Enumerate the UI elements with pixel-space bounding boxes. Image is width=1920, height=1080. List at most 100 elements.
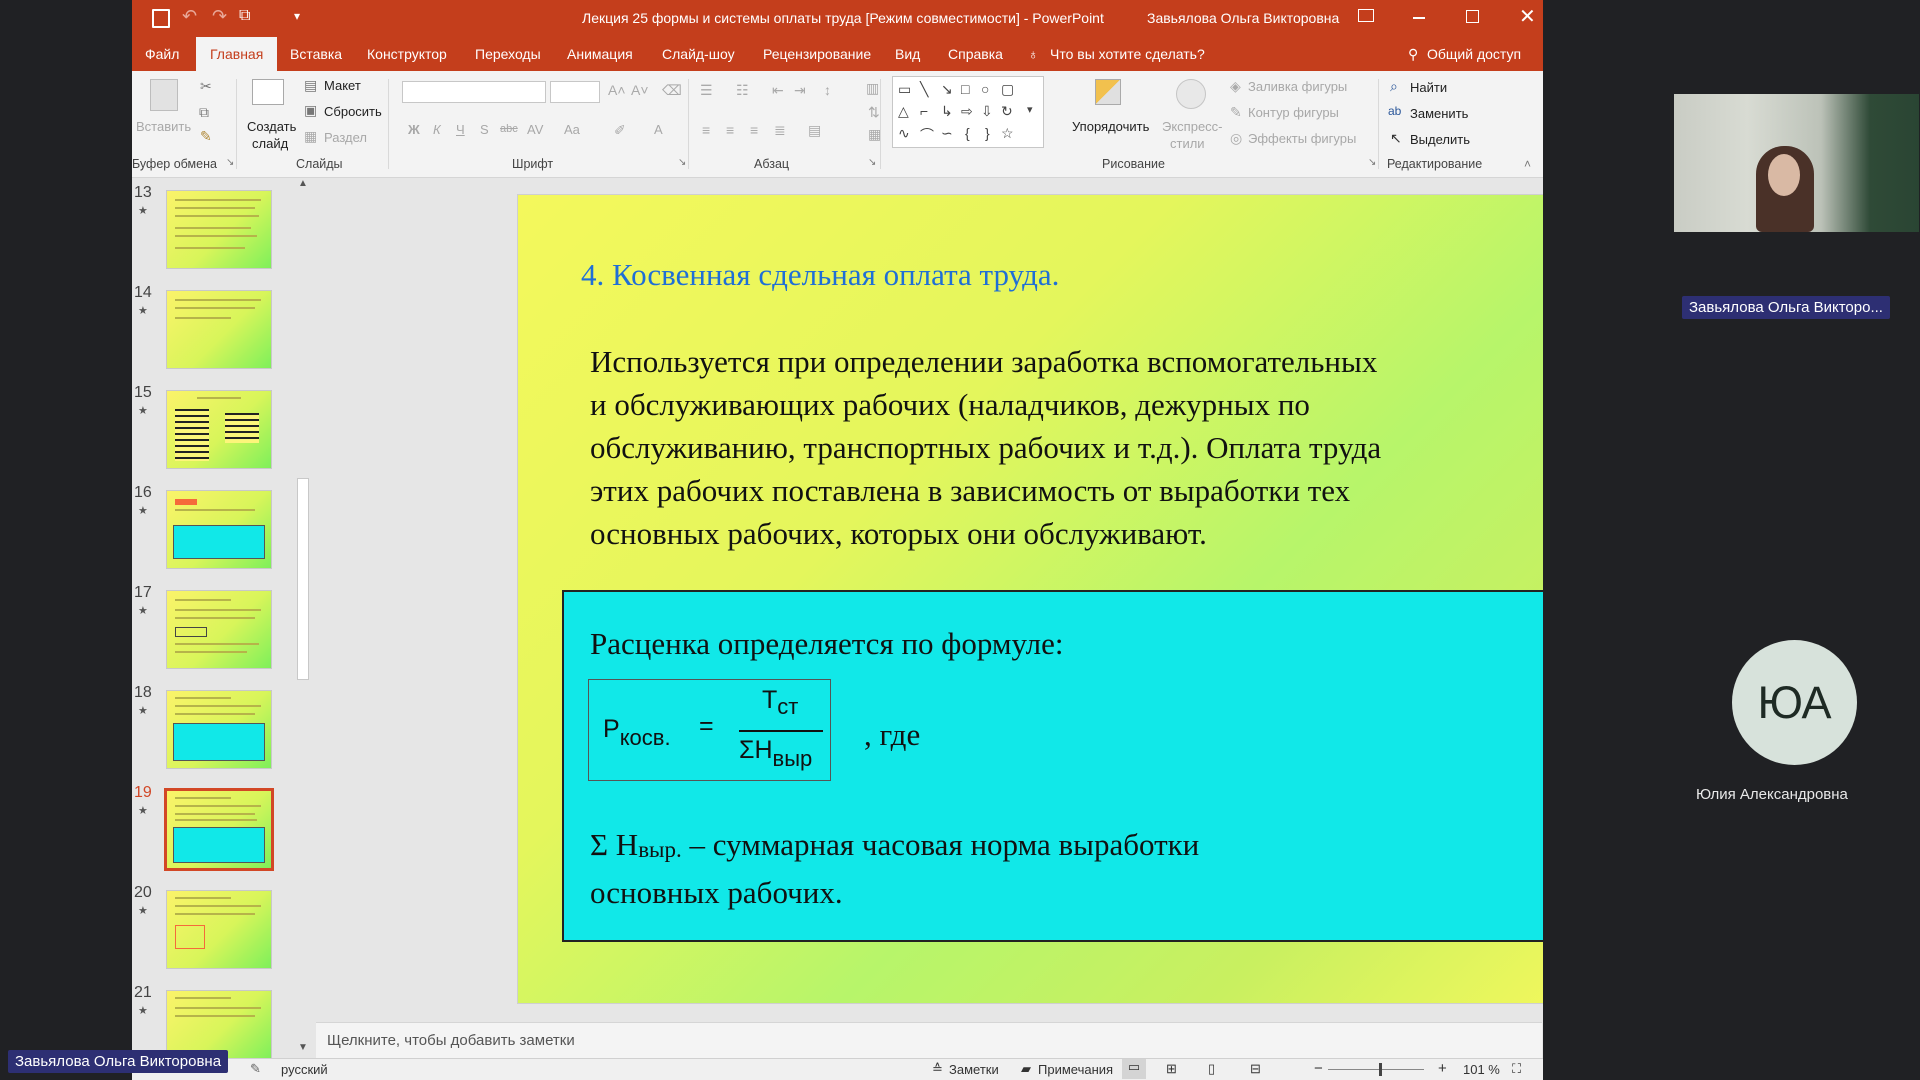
tab-home[interactable]: Главная — [196, 37, 278, 71]
tab-animations[interactable]: Анимация — [567, 37, 633, 71]
replace-button[interactable]: Заменить — [1410, 106, 1468, 121]
slide-sorter-icon[interactable]: ⊞ — [1166, 1061, 1177, 1077]
bold-button[interactable]: Ж — [408, 122, 420, 137]
tab-view[interactable]: Вид — [895, 37, 920, 71]
language-indicator[interactable]: русский — [281, 1062, 328, 1077]
tell-me-search[interactable]: Что вы хотите сделать? — [1050, 37, 1205, 71]
select-icon[interactable]: ↖ — [1390, 131, 1402, 145]
scroll-up-icon[interactable]: ▲ — [298, 178, 308, 189]
slide-heading[interactable]: 4. Косвенная сдельная оплата труда. — [581, 257, 1059, 293]
dialog-launcher-icon[interactable]: ↘ — [868, 158, 876, 168]
layout-button[interactable]: Макет — [324, 78, 361, 93]
grow-font-icon[interactable]: A˄ — [608, 83, 626, 97]
tab-file[interactable]: Файл — [145, 37, 179, 71]
slide-thumbnail-16[interactable] — [166, 490, 272, 569]
comments-icon[interactable]: ▰ — [1021, 1061, 1031, 1077]
zoom-slider-thumb[interactable] — [1379, 1063, 1382, 1076]
shapes-gallery[interactable]: ▭ ╲ ↘ □ ○ ▢ △ ⌐ ↳ ⇨ ⇩ ↻ ∿ ⌒ ∽ { } ☆ ▾ — [892, 76, 1044, 148]
reset-icon[interactable]: ▣ — [304, 103, 317, 117]
zoom-in-icon[interactable]: + — [1438, 1060, 1447, 1077]
section-button[interactable]: Раздел — [324, 130, 367, 145]
undo-icon[interactable]: ↶ — [182, 6, 197, 27]
paste-button[interactable]: Вставить — [136, 119, 191, 134]
line-shape-icon[interactable]: ╲ — [920, 81, 928, 98]
shape-effects-button[interactable]: Эффекты фигуры — [1248, 131, 1356, 146]
close-icon[interactable]: ✕ — [1519, 4, 1536, 29]
rectangle-shape-icon[interactable]: □ — [961, 81, 969, 97]
shape-fill-icon[interactable]: ◈ — [1230, 79, 1241, 93]
increase-indent-icon[interactable]: ⇥ — [794, 83, 806, 97]
triangle-shape-icon[interactable]: △ — [898, 103, 909, 120]
underline-button[interactable]: Ч — [456, 122, 465, 137]
zoom-level[interactable]: 101 % — [1463, 1062, 1500, 1077]
justify-icon[interactable]: ≣ — [774, 123, 786, 137]
minimize-icon[interactable] — [1413, 17, 1425, 19]
wave-shape-icon[interactable]: ∽ — [941, 125, 953, 142]
slideshow-view-icon[interactable]: ⊟ — [1250, 1061, 1261, 1077]
zoom-out-icon[interactable]: − — [1314, 1060, 1323, 1077]
font-size-combobox[interactable] — [550, 81, 600, 103]
section-icon[interactable]: ▦ — [304, 129, 317, 143]
columns-icon[interactable]: ▥ — [866, 81, 879, 95]
slide-thumbnail-15[interactable] — [166, 390, 272, 469]
quick-styles-icon[interactable] — [1176, 79, 1206, 109]
align-center-icon[interactable]: ≡ — [726, 123, 734, 137]
notes-pane[interactable]: Щелкните, чтобы добавить заметки — [316, 1022, 1542, 1059]
bullets-icon[interactable]: ☰ — [700, 83, 713, 97]
arc-shape-icon[interactable]: ⌒ — [920, 125, 934, 145]
freeform-shape-icon[interactable]: ∿ — [898, 125, 910, 142]
slide-thumbnail-13[interactable] — [166, 190, 272, 269]
layout-icon[interactable]: ▤ — [304, 78, 317, 92]
gallery-more-icon[interactable]: ▾ — [1027, 103, 1033, 116]
slide-thumbnail-20[interactable] — [166, 890, 272, 969]
customize-toolbar-icon[interactable]: ▾ — [294, 9, 300, 23]
down-arrow-shape-icon[interactable]: ⇩ — [981, 103, 993, 120]
save-icon[interactable] — [152, 9, 170, 28]
share-button[interactable]: Общий доступ — [1427, 37, 1521, 71]
slide-thumbnail-18[interactable] — [166, 690, 272, 769]
dialog-launcher-icon[interactable]: ↘ — [678, 158, 686, 168]
shape-outline-button[interactable]: Контур фигуры — [1248, 105, 1339, 120]
current-slide[interactable]: 4. Косвенная сдельная оплата труда. Испо… — [517, 194, 1543, 1004]
shape-effects-icon[interactable]: ◎ — [1230, 131, 1242, 145]
curve-shape-icon[interactable]: ↻ — [1001, 103, 1013, 120]
format-painter-icon[interactable]: ✎ — [200, 129, 212, 143]
dialog-launcher-icon[interactable]: ↘ — [226, 158, 234, 168]
collapse-ribbon-icon[interactable]: ˄ — [1524, 158, 1531, 170]
shadow-button[interactable]: S — [480, 122, 489, 137]
tab-help[interactable]: Справка — [948, 37, 1003, 71]
new-slide-button-line2[interactable]: слайд — [252, 136, 288, 151]
align-left-icon[interactable]: ≡ — [702, 123, 710, 137]
notes-toggle-icon[interactable]: ≙ — [932, 1061, 943, 1077]
left-brace-shape-icon[interactable]: { — [965, 125, 970, 141]
tab-transitions[interactable]: Переходы — [475, 37, 541, 71]
formula-frame[interactable]: Ркосв. = Тст ΣНвыр — [588, 679, 831, 781]
shape-fill-button[interactable]: Заливка фигуры — [1248, 79, 1347, 94]
formula-box[interactable]: Расценка определяется по формуле: Ркосв.… — [562, 590, 1543, 942]
paste-icon[interactable] — [150, 79, 178, 111]
oval-shape-icon[interactable]: ○ — [981, 81, 989, 97]
normal-view-icon[interactable]: ▭ — [1122, 1059, 1146, 1079]
decrease-indent-icon[interactable]: ⇤ — [772, 83, 784, 97]
align-columns-icon[interactable]: ▤ — [808, 123, 821, 137]
arrow-shape-icon[interactable]: ↘ — [941, 81, 953, 98]
font-color-button[interactable]: A — [654, 122, 663, 137]
slide-body-text[interactable]: Используется при определении заработка в… — [590, 340, 1381, 555]
new-slide-button[interactable]: Создать — [247, 119, 296, 134]
notes-placeholder[interactable]: Щелкните, чтобы добавить заметки — [327, 1032, 575, 1049]
align-right-icon[interactable]: ≡ — [750, 123, 758, 137]
cut-icon[interactable]: ✂ — [200, 79, 212, 93]
fit-to-window-icon[interactable]: ⛶ — [1512, 1061, 1521, 1077]
replace-icon[interactable]: ab — [1388, 105, 1401, 117]
new-slide-icon[interactable] — [252, 79, 284, 105]
connector-shape-icon[interactable]: ⌐ — [920, 103, 928, 119]
text-direction-icon[interactable]: ⇅ — [868, 105, 880, 119]
dialog-launcher-icon[interactable]: ↘ — [1368, 158, 1376, 168]
account-name[interactable]: Завьялова Ольга Викторовна — [1147, 10, 1339, 26]
shape-outline-icon[interactable]: ✎ — [1230, 105, 1242, 119]
highlight-icon[interactable]: ✐ — [614, 123, 626, 137]
copy-icon[interactable]: ⧉ — [199, 105, 209, 119]
comments-button[interactable]: Примечания — [1038, 1062, 1113, 1077]
quick-styles-button[interactable]: Экспресс- — [1162, 119, 1223, 134]
zoom-slider-track[interactable] — [1328, 1069, 1424, 1070]
